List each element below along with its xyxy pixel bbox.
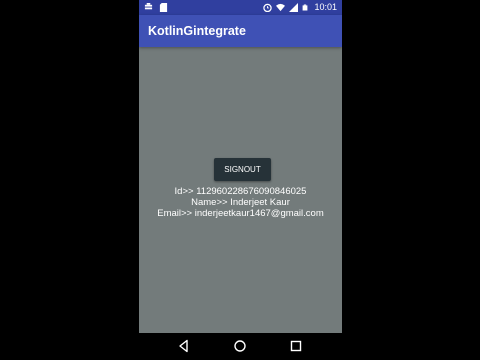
alarm-icon: [263, 3, 273, 12]
user-name-text: Name>> Inderjeet Kaur: [191, 197, 290, 208]
main-content: SIGNOUT Id>> 112960228676090846025 Name>…: [139, 47, 342, 333]
phone-screen: 10:01 KotlinGintegrate SIGNOUT Id>> 1129…: [139, 0, 342, 360]
status-time: 10:01: [314, 2, 337, 12]
user-email-text: Email>> inderjeetkaur1467@gmail.com: [157, 208, 324, 219]
signal-icon: [289, 3, 299, 12]
notification-icon: [144, 3, 153, 10]
status-bar: 10:01: [139, 0, 342, 15]
app-title: KotlinGintegrate: [148, 24, 246, 38]
recents-icon[interactable]: [289, 339, 303, 353]
sd-card-icon: [159, 3, 168, 12]
user-id-text: Id>> 112960228676090846025: [174, 186, 307, 197]
navigation-bar: [139, 333, 342, 360]
back-icon[interactable]: [177, 339, 191, 353]
status-left-icons: [144, 2, 168, 13]
wifi-icon: [276, 3, 286, 12]
status-right-icons: 10:01: [263, 2, 337, 13]
signout-button[interactable]: SIGNOUT: [214, 158, 271, 181]
app-bar: KotlinGintegrate: [139, 15, 342, 47]
home-icon[interactable]: [233, 339, 247, 353]
user-info: Id>> 112960228676090846025 Name>> Inderj…: [139, 186, 342, 219]
battery-icon: [303, 4, 308, 11]
